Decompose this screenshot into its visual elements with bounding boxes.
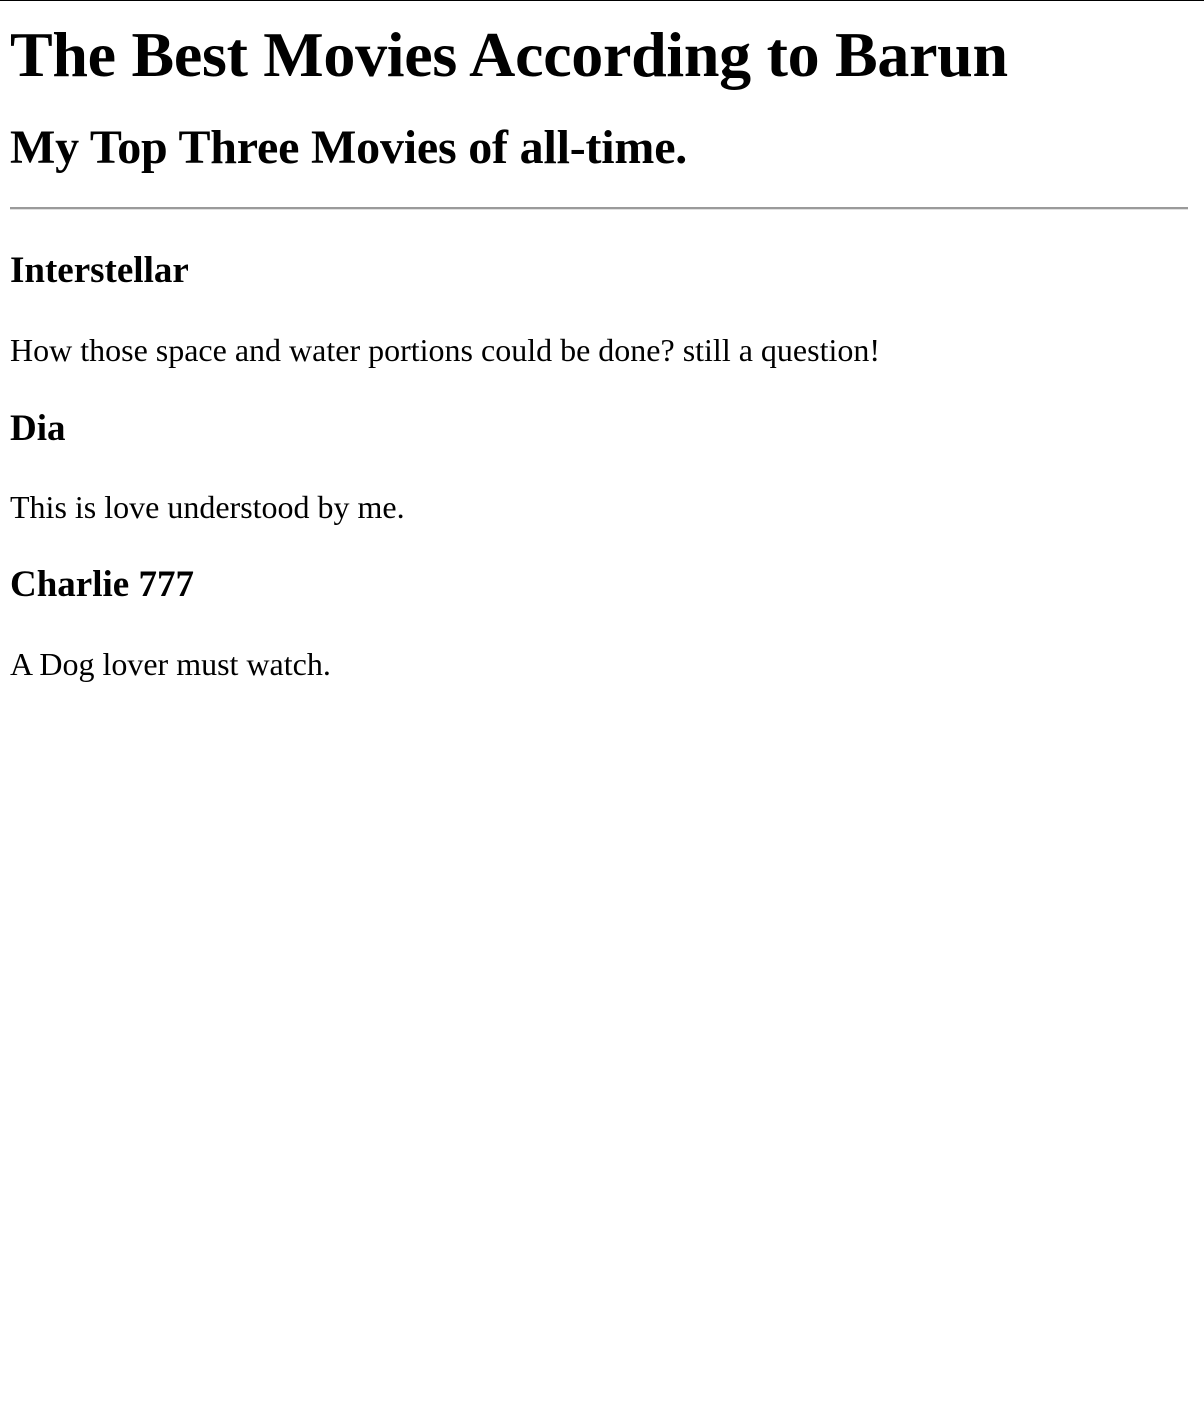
movie-description: How those space and water portions could… bbox=[10, 332, 880, 368]
movie-description: A Dog lover must watch. bbox=[10, 646, 331, 682]
movie-entry: Dia This is love understood by me. bbox=[10, 370, 1194, 527]
movie-description: This is love understood by me. bbox=[10, 489, 405, 525]
movie-entry: Interstellar How those space and water p… bbox=[10, 210, 1194, 370]
movie-title: Dia bbox=[10, 408, 66, 449]
movie-entry: Charlie 777 A Dog lover must watch. bbox=[10, 527, 1194, 684]
movie-title: Interstellar bbox=[10, 250, 189, 291]
page-subtitle: My Top Three Movies of all-time. bbox=[10, 121, 688, 174]
page-content: The Best Movies According to Barun My To… bbox=[0, 1, 1204, 684]
page-title: The Best Movies According to Barun bbox=[10, 19, 1008, 90]
movie-title: Charlie 777 bbox=[10, 564, 194, 605]
